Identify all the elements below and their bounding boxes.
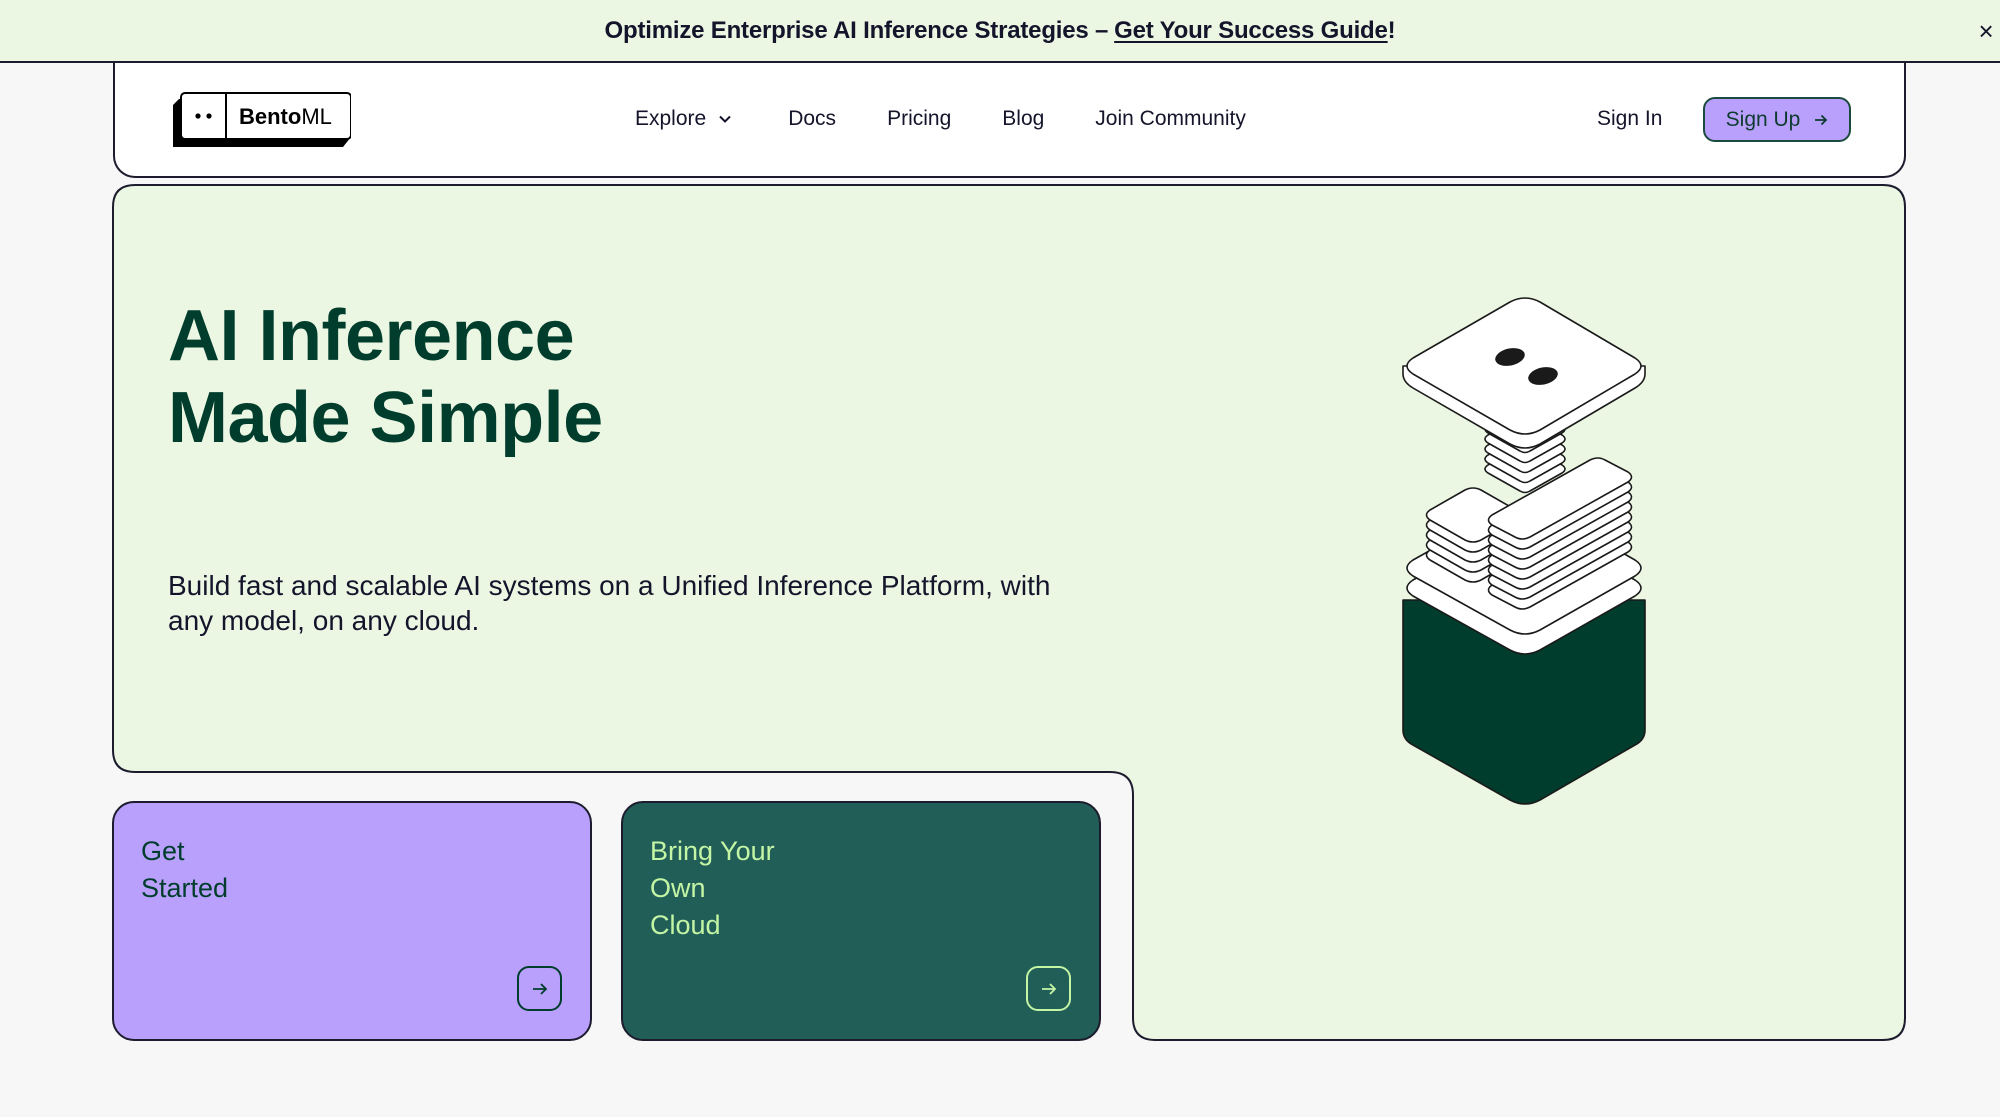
byoc-arrow-button[interactable] [1026, 966, 1071, 1011]
bring-your-own-cloud-card[interactable]: Bring Your Own Cloud [621, 801, 1101, 1041]
get-started-title: Get Started [141, 836, 229, 903]
lid [1406, 297, 1642, 435]
byoc-title: Bring Your Own Cloud [650, 836, 775, 940]
arrow-right-icon [532, 982, 547, 995]
arrow-right-icon [1041, 982, 1056, 995]
hero-title: AI Inference Made Simple [168, 295, 603, 459]
bento-stack-illustration [1402, 297, 1646, 805]
get-started-card[interactable]: Get Started [112, 801, 592, 1041]
hero-title-line1: AI Inference [168, 296, 575, 376]
get-started-arrow-button[interactable] [517, 966, 562, 1011]
hero-subtitle: Build fast and scalable AI systems on a … [168, 570, 1051, 636]
hero-title-line2: Made Simple [168, 378, 603, 458]
